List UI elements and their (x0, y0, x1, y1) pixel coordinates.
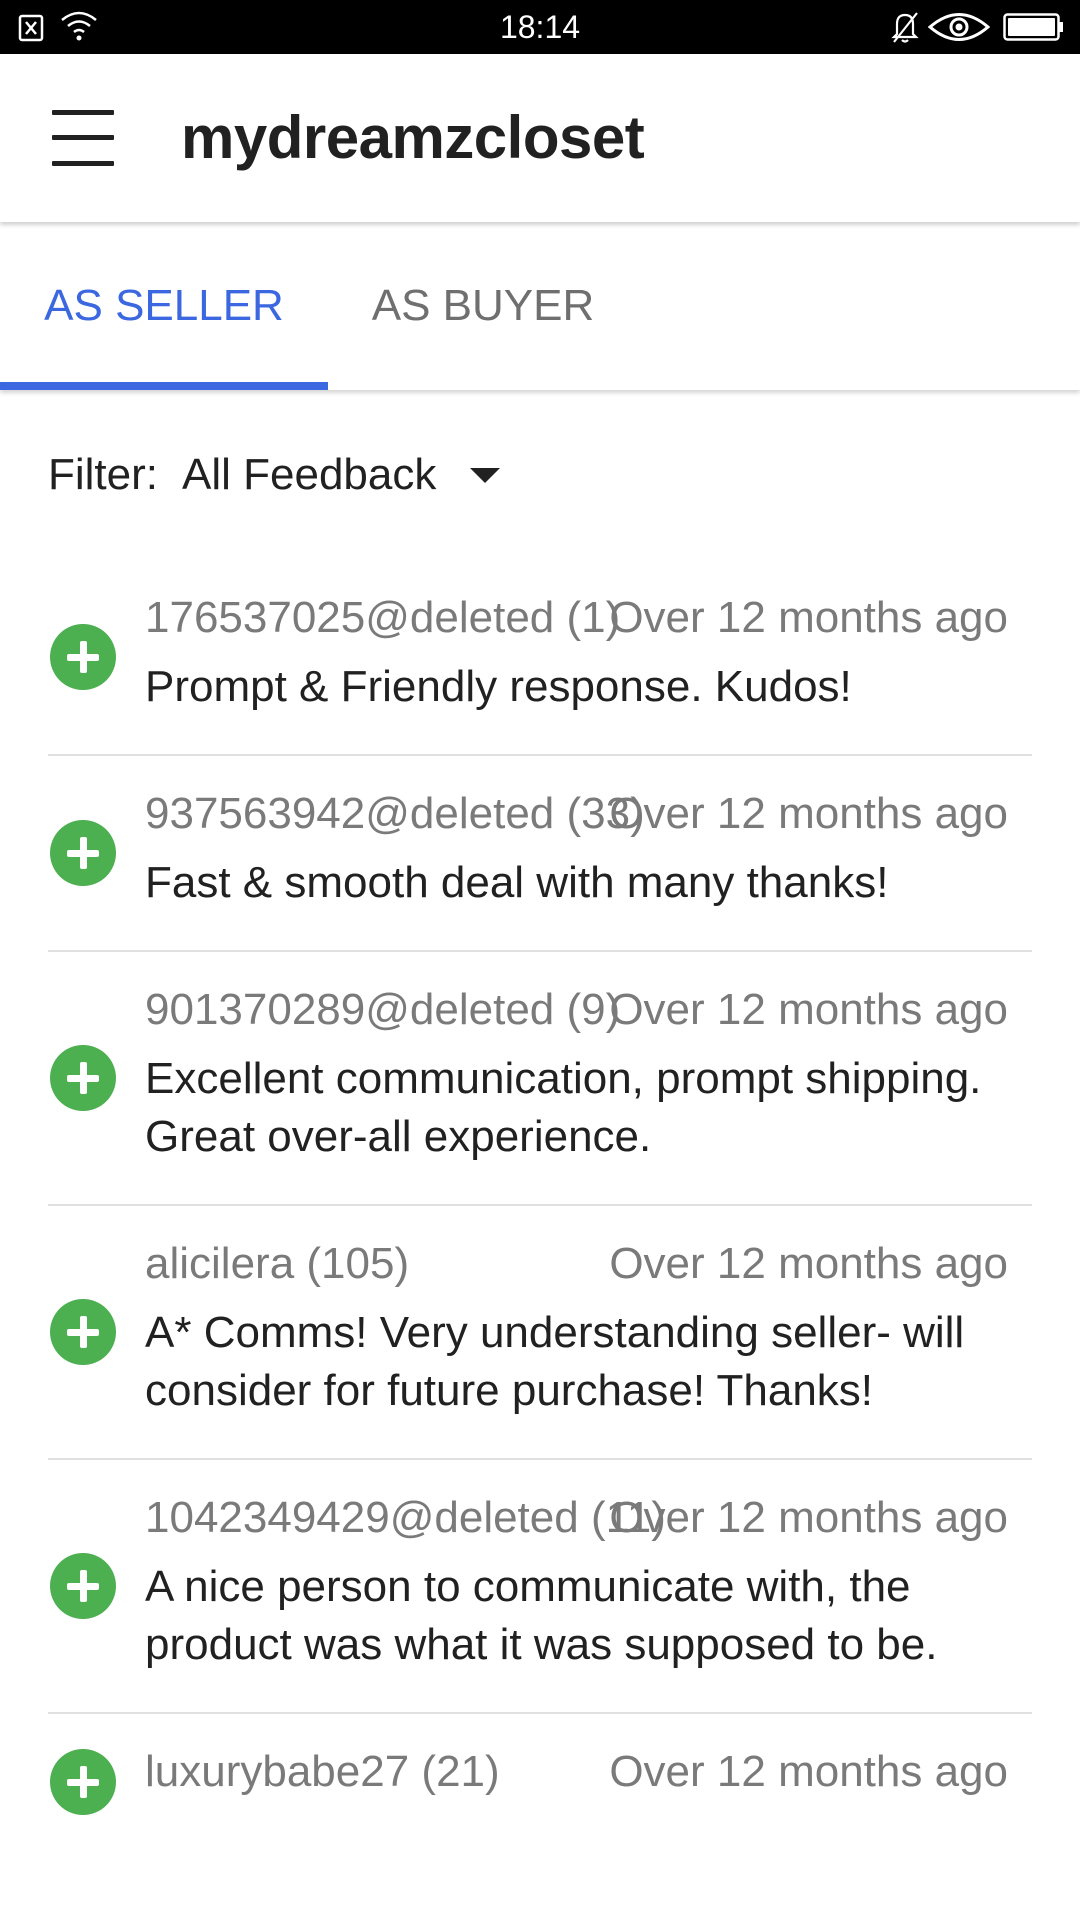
positive-plus-icon (50, 1299, 116, 1365)
feedback-comment: A* Comms! Very understanding seller- wil… (145, 1308, 965, 1415)
feedback-comment: Excellent communication, prompt shipping… (145, 1054, 982, 1161)
feedback-user[interactable]: 937563942@deleted (33) (145, 784, 645, 844)
battery-icon (1003, 13, 1063, 41)
feedback-user[interactable]: luxurybabe27 (21) (145, 1742, 500, 1802)
active-tab-indicator (0, 382, 328, 390)
feedback-list: 176537025@deleted (1) Over 12 months ago… (0, 560, 1080, 1850)
menu-line (52, 135, 114, 140)
status-bar: 18:14 (0, 0, 1080, 54)
filter-row: Filter: All Feedback (48, 440, 501, 510)
feedback-user[interactable]: 176537025@deleted (1) (145, 588, 620, 648)
positive-plus-icon (50, 1045, 116, 1111)
feedback-body: 1042349429@deleted (11) Over 12 months a… (145, 1488, 1008, 1674)
feedback-body: alicilera (105) Over 12 months ago A* Co… (145, 1234, 1008, 1420)
feedback-meta: 1042349429@deleted (11) Over 12 months a… (145, 1488, 1008, 1548)
feedback-user[interactable]: 901370289@deleted (9) (145, 980, 620, 1040)
filter-label: Filter: (48, 450, 158, 499)
feedback-comment: Prompt & Friendly response. Kudos! (145, 662, 852, 711)
feedback-item[interactable]: 901370289@deleted (9) Over 12 months ago… (48, 952, 1032, 1206)
positive-plus-icon (50, 1553, 116, 1619)
feedback-meta: 937563942@deleted (33) Over 12 months ag… (145, 784, 1008, 844)
hamburger-menu-icon[interactable] (52, 110, 114, 166)
feedback-item[interactable]: 176537025@deleted (1) Over 12 months ago… (48, 560, 1032, 756)
feedback-meta: 176537025@deleted (1) Over 12 months ago (145, 588, 1008, 648)
tab-as-buyer[interactable]: AS BUYER (328, 222, 638, 390)
feedback-time: Over 12 months ago (609, 1747, 1008, 1796)
tab-bar: AS SELLER AS BUYER (0, 222, 1080, 390)
feedback-time: Over 12 months ago (609, 789, 1008, 838)
feedback-body: 176537025@deleted (1) Over 12 months ago… (145, 588, 1008, 716)
app-bar: mydreamzcloset (0, 54, 1080, 222)
menu-line (52, 161, 114, 166)
feedback-meta: luxurybabe27 (21) Over 12 months ago (145, 1742, 1008, 1802)
feedback-user[interactable]: alicilera (105) (145, 1234, 409, 1294)
page-title: mydreamzcloset (181, 104, 645, 171)
feedback-item[interactable]: 1042349429@deleted (11) Over 12 months a… (48, 1460, 1032, 1714)
feedback-body: 901370289@deleted (9) Over 12 months ago… (145, 980, 1008, 1166)
positive-plus-icon (50, 624, 116, 690)
feedback-meta: 901370289@deleted (9) Over 12 months ago (145, 980, 1008, 1040)
feedback-time: Over 12 months ago (609, 985, 1008, 1034)
feedback-item[interactable]: luxurybabe27 (21) Over 12 months ago (48, 1714, 1032, 1850)
feedback-body: 937563942@deleted (33) Over 12 months ag… (145, 784, 1008, 912)
feedback-time: Over 12 months ago (609, 1239, 1008, 1288)
feedback-time: Over 12 months ago (609, 593, 1008, 642)
positive-plus-icon (50, 1749, 116, 1815)
feedback-time: Over 12 months ago (609, 1493, 1008, 1542)
feedback-meta: alicilera (105) Over 12 months ago (145, 1234, 1008, 1294)
positive-plus-icon (50, 820, 116, 886)
feedback-user[interactable]: 1042349429@deleted (11) (145, 1488, 666, 1548)
filter-dropdown[interactable]: All Feedback (182, 450, 436, 500)
feedback-item[interactable]: 937563942@deleted (33) Over 12 months ag… (48, 756, 1032, 952)
feedback-comment: A nice person to communicate with, the p… (145, 1562, 938, 1669)
bell-off-icon (891, 12, 919, 43)
tab-as-seller[interactable]: AS SELLER (0, 222, 328, 390)
caret-down-icon[interactable] (470, 467, 501, 483)
feedback-item[interactable]: alicilera (105) Over 12 months ago A* Co… (48, 1206, 1032, 1460)
eye-icon (928, 13, 990, 41)
feedback-body: luxurybabe27 (21) Over 12 months ago (145, 1742, 1008, 1802)
menu-line (52, 110, 114, 115)
feedback-comment: Fast & smooth deal with many thanks! (145, 858, 889, 907)
